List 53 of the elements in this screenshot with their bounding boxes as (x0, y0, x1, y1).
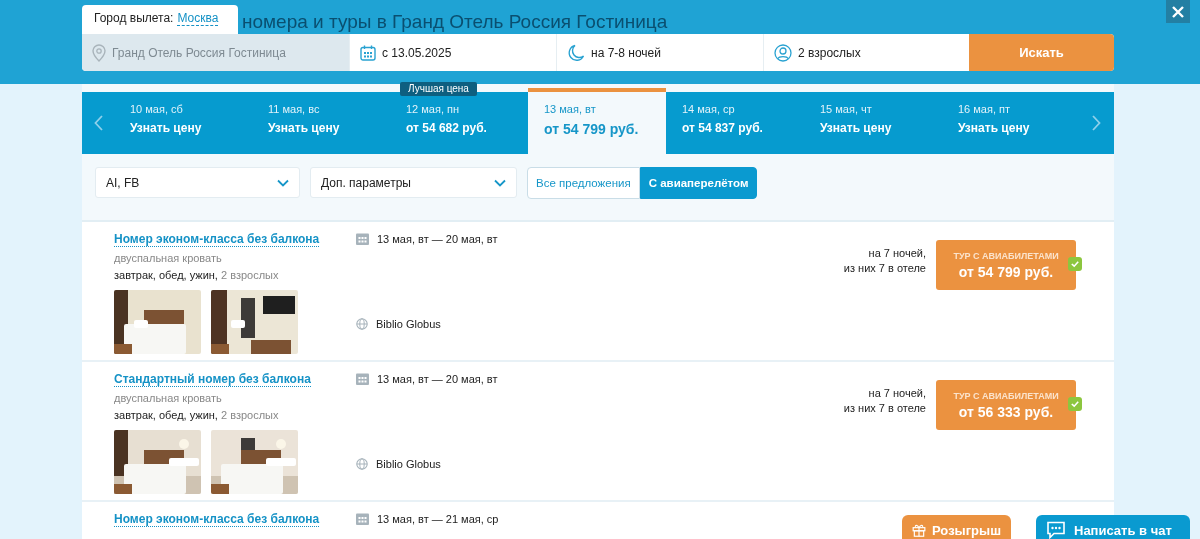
nights-info: на 7 ночей, из них 7 в отеле (843, 246, 926, 276)
close-icon (1172, 5, 1184, 18)
chevron-down-icon (277, 178, 289, 187)
date-tab[interactable]: 13 мая, вт от 54 799 руб. (528, 88, 666, 154)
filter-toggle[interactable]: С авиаперелётом (639, 167, 758, 199)
date-tab[interactable]: 16 мая, пт Узнать цену (942, 92, 1080, 154)
trip-dates: 13 мая, вт — 20 мая, вт (377, 232, 498, 245)
close-button[interactable] (1166, 0, 1190, 23)
chevron-right-icon (1091, 115, 1101, 131)
tour-operator: Biblio Globus (376, 318, 441, 330)
calendar-icon (356, 232, 369, 245)
user-icon (774, 43, 792, 62)
meal-info: завтрак, обед, ужин, 2 взрослых (114, 269, 280, 281)
calendar-icon (356, 512, 369, 525)
meal-info: завтрак, обед, ужин, 2 взрослых (114, 409, 280, 421)
chat-icon (1046, 521, 1066, 539)
filter-dropdown[interactable]: Доп. параметры (310, 167, 517, 198)
tour-price-button[interactable]: ТУР С АВИАБИЛЕТАМИ от 56 333 руб. (936, 380, 1076, 430)
filter-toggle[interactable]: Все предложения (527, 167, 640, 199)
page-title: номера и туры в Гранд Отель Россия Гостиница (241, 10, 668, 34)
hotel-field[interactable]: Гранд Отель Россия Гостиница (82, 34, 350, 71)
nights-field[interactable]: на 7-8 ночей (557, 34, 764, 71)
chevron-down-icon (494, 178, 506, 187)
room-title-link[interactable]: Номер эконом-класса без балкона (114, 512, 320, 527)
moon-icon (567, 43, 585, 62)
date-tab[interactable]: 14 мая, ср от 54 837 руб. (666, 92, 804, 154)
best-price-tooltip: Лучшая цена (400, 82, 477, 96)
globe-icon (356, 318, 368, 330)
chevron-left-icon (93, 115, 103, 131)
filter-dropdown[interactable]: AI, FB (95, 167, 300, 198)
date-field[interactable]: с 13.05.2025 (350, 34, 557, 71)
giveaway-button[interactable]: Розыгрыш (902, 515, 1011, 539)
trip-dates: 13 мая, вт — 21 мая, ср (377, 512, 499, 525)
date-tab[interactable]: 11 мая, вс Узнать цену (252, 92, 390, 154)
calendar-icon (360, 44, 376, 61)
bed-type: двуспальная кровать (114, 252, 223, 264)
tour-price-button[interactable]: ТУР С АВИАБИЛЕТАМИ от 54 799 руб. (936, 240, 1076, 290)
globe-icon (356, 458, 368, 470)
date-tab[interactable]: 10 мая, сб Узнать цену (114, 92, 252, 154)
location-pin-icon (92, 43, 106, 62)
trip-dates: 13 мая, вт — 20 мая, вт (377, 372, 498, 385)
departure-label: Город вылета: (94, 11, 174, 27)
nights-info: на 7 ночей, из них 7 в отеле (843, 386, 926, 416)
room-title-link[interactable]: Стандартный номер без балкона (114, 372, 311, 387)
bed-type: двуспальная кровать (114, 392, 223, 404)
tour-operator: Biblio Globus (376, 458, 441, 470)
chat-button[interactable]: Написать в чат (1036, 515, 1190, 539)
date-tab[interactable]: 15 мая, чт Узнать цену (804, 92, 942, 154)
search-button[interactable]: Искать (969, 34, 1114, 71)
guests-field[interactable]: 2 взрослых (764, 34, 969, 71)
departure-city-link[interactable]: Москва (177, 11, 219, 26)
calendar-icon (356, 372, 369, 385)
room-title-link[interactable]: Номер эконом-класса без балкона (114, 232, 320, 247)
